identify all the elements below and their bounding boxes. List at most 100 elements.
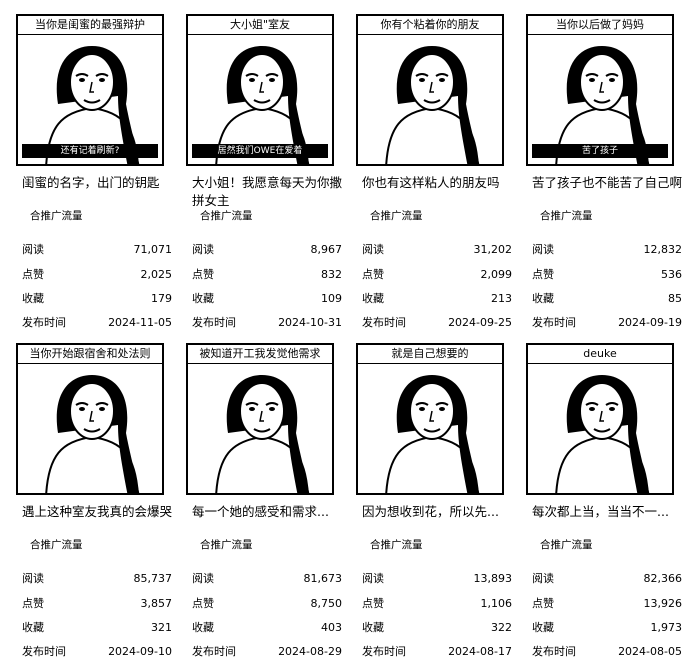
post-thumbnail[interactable]: 你有个粘着你的朋友 [356, 14, 504, 166]
stat-label: 点赞 [192, 268, 214, 281]
stat-row-read: 阅读 8,967 [192, 242, 342, 258]
stat-row-read: 阅读 71,071 [22, 242, 172, 258]
stat-row-read: 阅读 81,673 [192, 571, 342, 587]
stat-value: 3,857 [140, 597, 173, 610]
post-card[interactable]: 当你是闺蜜的最强辩护 还有记着刷新? 闺蜜的名字，出门的钥匙 合推广流量 阅读 71,07… [16, 14, 174, 332]
thumbnail-caption: 被知道开工我发觉他需求 [188, 345, 332, 364]
stat-value: 2024-10-31 [278, 316, 342, 329]
stat-row-like: 点赞 1,106 [362, 596, 512, 612]
post-thumbnail[interactable]: 大小姐"室友 居然我们OWE在爱着 [186, 14, 334, 166]
stat-label: 阅读 [192, 243, 214, 256]
stat-label: 收藏 [532, 292, 554, 305]
stat-row-save: 收藏 213 [362, 291, 512, 307]
stat-label: 点赞 [22, 268, 44, 281]
stat-label: 收藏 [192, 292, 214, 305]
stat-label: 收藏 [192, 621, 214, 634]
post-card[interactable]: 就是自己想要的 因为想收到花，所以先... 合推广流量 阅读 13,893 点赞 1,106… [356, 343, 514, 661]
stat-label: 阅读 [192, 572, 214, 585]
stat-value: 2024-11-05 [108, 316, 172, 329]
stat-row-date: 发布时间 2024-08-17 [362, 644, 512, 660]
portrait-image [358, 16, 502, 164]
stat-label: 收藏 [362, 292, 384, 305]
thumbnail-caption: 你有个粘着你的朋友 [358, 16, 502, 35]
stat-value: 2024-09-10 [108, 645, 172, 658]
stat-value: 8,750 [310, 597, 343, 610]
stat-row-read: 阅读 82,366 [532, 571, 682, 587]
stat-row-like: 点赞 3,857 [22, 596, 172, 612]
stat-value: 2024-08-17 [448, 645, 512, 658]
portrait-image [188, 345, 332, 493]
post-thumbnail[interactable]: 当你是闺蜜的最强辩护 还有记着刷新? [16, 14, 164, 166]
stat-row-date: 发布时间 2024-11-05 [22, 315, 172, 331]
stat-label: 点赞 [22, 597, 44, 610]
stat-value: 31,202 [473, 243, 513, 256]
post-grid: 当你是闺蜜的最强辩护 还有记着刷新? 闺蜜的名字，出门的钥匙 合推广流量 阅读 71,07… [0, 0, 689, 666]
stat-row-save: 收藏 179 [22, 291, 172, 307]
stat-value: 213 [491, 292, 512, 305]
post-title[interactable]: 每一个她的感受和需求... [192, 503, 342, 521]
stat-row-save: 收藏 109 [192, 291, 342, 307]
thumbnail-subtitle: 还有记着刷新? [22, 144, 158, 158]
post-thumbnail[interactable]: 就是自己想要的 [356, 343, 504, 495]
stat-label: 阅读 [22, 572, 44, 585]
stat-label: 收藏 [22, 621, 44, 634]
post-title[interactable]: 闺蜜的名字，出门的钥匙 [22, 174, 172, 192]
portrait-image [358, 345, 502, 493]
stat-value: 1,973 [650, 621, 683, 634]
post-thumbnail[interactable]: 被知道开工我发觉他需求 [186, 343, 334, 495]
stat-value: 13,893 [473, 572, 513, 585]
stat-row-read: 阅读 12,832 [532, 242, 682, 258]
post-card[interactable]: 被知道开工我发觉他需求 每一个她的感受和需求... 合推广流量 阅读 81,673 点赞 8… [186, 343, 344, 661]
thumbnail-caption: deuke [528, 345, 672, 364]
stat-value: 2,025 [140, 268, 173, 281]
stat-label: 发布时间 [22, 316, 66, 329]
stat-value: 832 [321, 268, 342, 281]
thumbnail-caption: 就是自己想要的 [358, 345, 502, 364]
post-title[interactable]: 每次都上当，当当不一... [532, 503, 682, 521]
post-card[interactable]: 当你以后做了妈妈 苦了孩子 苦了孩子也不能苦了自己啊 合推广流量 阅读 12,832 点赞 5… [526, 14, 684, 332]
stat-value: 2024-08-05 [618, 645, 682, 658]
post-title[interactable]: 你也有这样粘人的朋友吗 [362, 174, 512, 192]
stat-value: 8,967 [310, 243, 343, 256]
stat-row-date: 发布时间 2024-09-19 [532, 315, 682, 331]
stat-row-read: 阅读 13,893 [362, 571, 512, 587]
post-card[interactable]: 当你开始跟宿舍和处法则 遇上这种室友我真的会爆哭 合推广流量 阅读 85,737 点赞 3,… [16, 343, 174, 661]
promotion-tag: 合推广流量 [540, 210, 593, 222]
thumbnail-caption: 大小姐"室友 [188, 16, 332, 35]
stat-value: 2024-09-25 [448, 316, 512, 329]
stat-label: 发布时间 [192, 645, 236, 658]
stat-value: 2,099 [480, 268, 513, 281]
stat-label: 发布时间 [532, 645, 576, 658]
stat-label: 点赞 [362, 268, 384, 281]
stat-label: 阅读 [532, 243, 554, 256]
stat-label: 阅读 [532, 572, 554, 585]
stat-value: 2024-08-29 [278, 645, 342, 658]
stat-label: 点赞 [532, 597, 554, 610]
post-title[interactable]: 因为想收到花，所以先... [362, 503, 512, 521]
promotion-tag: 合推广流量 [30, 539, 83, 551]
stat-value: 85 [668, 292, 682, 305]
stat-label: 收藏 [532, 621, 554, 634]
post-card[interactable]: deuke 每次都上当，当当不一... 合推广流量 阅读 82,366 点赞 13,926 收… [526, 343, 684, 661]
post-title[interactable]: 大小姐！我愿意每天为你撒拼女主 [192, 174, 342, 210]
stat-row-save: 收藏 85 [532, 291, 682, 307]
post-thumbnail[interactable]: 当你以后做了妈妈 苦了孩子 [526, 14, 674, 166]
stat-value: 403 [321, 621, 342, 634]
stat-row-save: 收藏 1,973 [532, 620, 682, 636]
stat-value: 71,071 [133, 243, 173, 256]
post-thumbnail[interactable]: 当你开始跟宿舍和处法则 [16, 343, 164, 495]
post-title[interactable]: 苦了孩子也不能苦了自己啊 [532, 174, 682, 192]
stat-row-date: 发布时间 2024-09-10 [22, 644, 172, 660]
stat-value: 1,106 [480, 597, 513, 610]
stat-label: 阅读 [22, 243, 44, 256]
post-card[interactable]: 你有个粘着你的朋友 你也有这样粘人的朋友吗 合推广流量 阅读 31,202 点赞 2,099… [356, 14, 514, 332]
stat-value: 321 [151, 621, 172, 634]
post-card[interactable]: 大小姐"室友 居然我们OWE在爱着 大小姐！我愿意每天为你撒拼女主 合推广流量 阅读 8,… [186, 14, 344, 332]
stat-label: 点赞 [192, 597, 214, 610]
stat-value: 322 [491, 621, 512, 634]
stat-row-date: 发布时间 2024-09-25 [362, 315, 512, 331]
post-thumbnail[interactable]: deuke [526, 343, 674, 495]
stat-label: 发布时间 [22, 645, 66, 658]
post-title[interactable]: 遇上这种室友我真的会爆哭 [22, 503, 172, 521]
promotion-tag: 合推广流量 [540, 539, 593, 551]
